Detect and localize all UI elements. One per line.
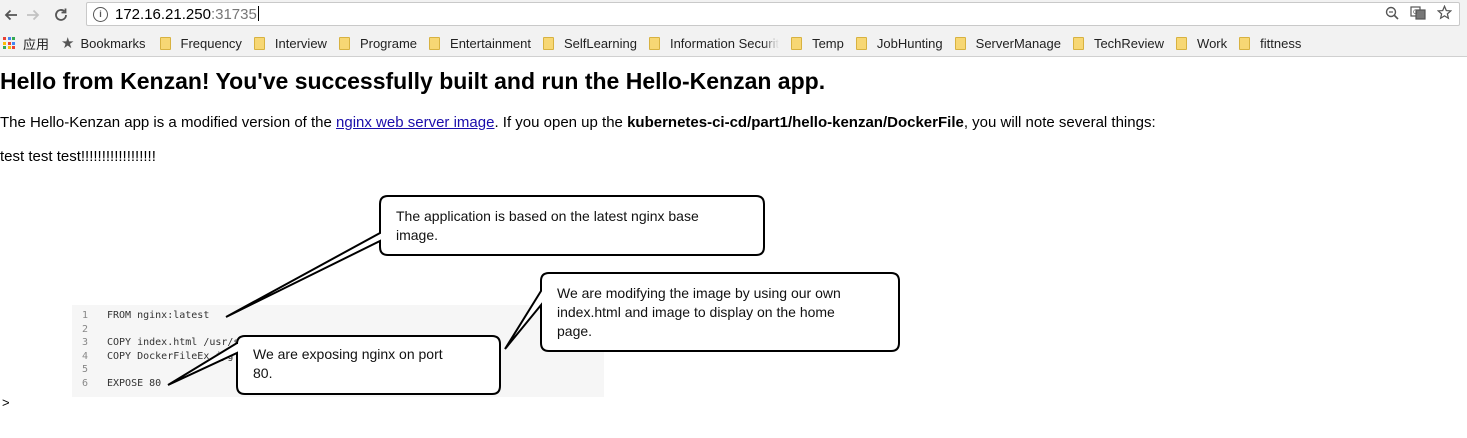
- dockerfile-path: kubernetes-ci-cd/part1/hello-kenzan/Dock…: [627, 114, 964, 131]
- intro-text-middle: . If you open up the: [494, 114, 628, 131]
- page-title: Hello from Kenzan! You've successfully b…: [0, 68, 826, 94]
- bookmark-label: Interview: [274, 35, 327, 51]
- reload-icon[interactable]: [50, 2, 72, 28]
- callout-line: image.: [396, 227, 439, 243]
- folder-icon: [648, 36, 660, 50]
- star-icon: ★: [61, 34, 75, 52]
- folder-icon: [855, 36, 867, 50]
- browser-toolbar: i 172.16.21.250:31735 G: [0, 0, 1467, 30]
- intro-paragraph: The Hello-Kenzan app is a modified versi…: [0, 114, 1156, 131]
- bookmark-folder[interactable]: Programe: [338, 35, 418, 51]
- callout-line: We are modifying the image by using our …: [557, 285, 841, 301]
- bookmark-folder[interactable]: JobHunting: [855, 35, 943, 51]
- callout-line: index.html and image to display on the h…: [557, 304, 835, 320]
- bookmark-folder[interactable]: SelfLearning: [542, 35, 637, 51]
- intro-text-end: , you will note several things:: [963, 114, 1156, 131]
- bookmark-label: Entertainment: [450, 35, 531, 51]
- callout-line: We are exposing nginx on port: [253, 346, 443, 362]
- back-arrow-icon[interactable]: [0, 2, 22, 28]
- bookmark-folder[interactable]: Work: [1176, 36, 1227, 51]
- bookmark-label: fittness: [1260, 35, 1302, 51]
- forward-arrow-icon[interactable]: [22, 2, 44, 28]
- bookmark-folder[interactable]: ServerManage: [954, 35, 1061, 51]
- url-port: :31735: [210, 5, 257, 23]
- site-info-icon[interactable]: i: [93, 6, 108, 22]
- bookmark-folder[interactable]: Information Securit: [648, 35, 780, 51]
- bookmarks-bar: 应用 ★ Bookmarks Frequency Interview Progr…: [0, 30, 1467, 57]
- dockerfile-diagram: 1FROM nginx:latest 2 3COPY index.html /u…: [0, 193, 1000, 403]
- folder-icon: [1176, 36, 1188, 50]
- bookmark-label: Frequency: [180, 35, 242, 51]
- bookmark-folder[interactable]: Frequency: [159, 35, 242, 51]
- callout-text-base-image: The application is based on the latest n…: [396, 207, 699, 245]
- bookmark-folder[interactable]: Entertainment: [429, 36, 531, 51]
- url-host: 172.16.21.250: [115, 5, 211, 23]
- callout-line: 80.: [253, 365, 273, 381]
- bookmark-folder[interactable]: Temp: [791, 36, 844, 51]
- bookmark-item[interactable]: ★ Bookmarks: [61, 36, 145, 51]
- folder-icon: [159, 36, 171, 50]
- callout-text-expose-port: We are exposing nginx on port 80.: [253, 345, 443, 383]
- folder-icon: [338, 36, 350, 50]
- url-text[interactable]: 172.16.21.250:31735: [115, 5, 259, 23]
- bookmark-label: TechReview: [1093, 35, 1165, 51]
- bookmark-label: Bookmarks: [80, 35, 146, 51]
- folder-icon: [542, 36, 554, 50]
- bookmark-label: Information Securit: [669, 35, 780, 51]
- folder-icon: [253, 36, 265, 50]
- folder-icon: [1072, 36, 1084, 50]
- bookmark-star-icon[interactable]: [1435, 4, 1453, 23]
- bookmark-apps[interactable]: 应用: [0, 34, 49, 53]
- svg-text:G: G: [1413, 9, 1418, 16]
- bookmark-label: Programe: [359, 35, 418, 51]
- folder-icon: [791, 36, 803, 50]
- bookmark-folder[interactable]: fittness: [1239, 36, 1301, 51]
- folder-icon: [1239, 36, 1251, 50]
- callout-line: The application is based on the latest n…: [396, 208, 699, 224]
- bookmark-label: ServerManage: [975, 35, 1061, 51]
- text-cursor: [257, 5, 259, 21]
- callout-line: page.: [557, 323, 593, 339]
- bookmark-label: Work: [1197, 35, 1228, 51]
- bookmark-label: SelfLearning: [563, 35, 637, 51]
- bookmark-label: Temp: [812, 35, 844, 51]
- nginx-image-link[interactable]: nginx web server image: [336, 114, 494, 131]
- address-bar[interactable]: i 172.16.21.250:31735 G: [86, 2, 1460, 26]
- translate-icon[interactable]: G: [1409, 5, 1427, 23]
- apps-label: 应用: [23, 36, 50, 52]
- bookmark-label: JobHunting: [876, 35, 943, 51]
- zoom-icon[interactable]: [1383, 6, 1401, 23]
- folder-icon: [429, 36, 441, 50]
- test-line: test test test!!!!!!!!!!!!!!!!!!: [0, 148, 156, 165]
- apps-grid-icon: [3, 37, 15, 49]
- folder-icon: [954, 36, 966, 50]
- intro-text-start: The Hello-Kenzan app is a modified versi…: [0, 114, 337, 131]
- bookmark-folder[interactable]: Interview: [253, 35, 327, 51]
- callout-text-copy-files: We are modifying the image by using our …: [557, 284, 841, 341]
- bookmark-folder[interactable]: TechReview: [1072, 35, 1165, 51]
- trailing-text: >: [2, 395, 10, 410]
